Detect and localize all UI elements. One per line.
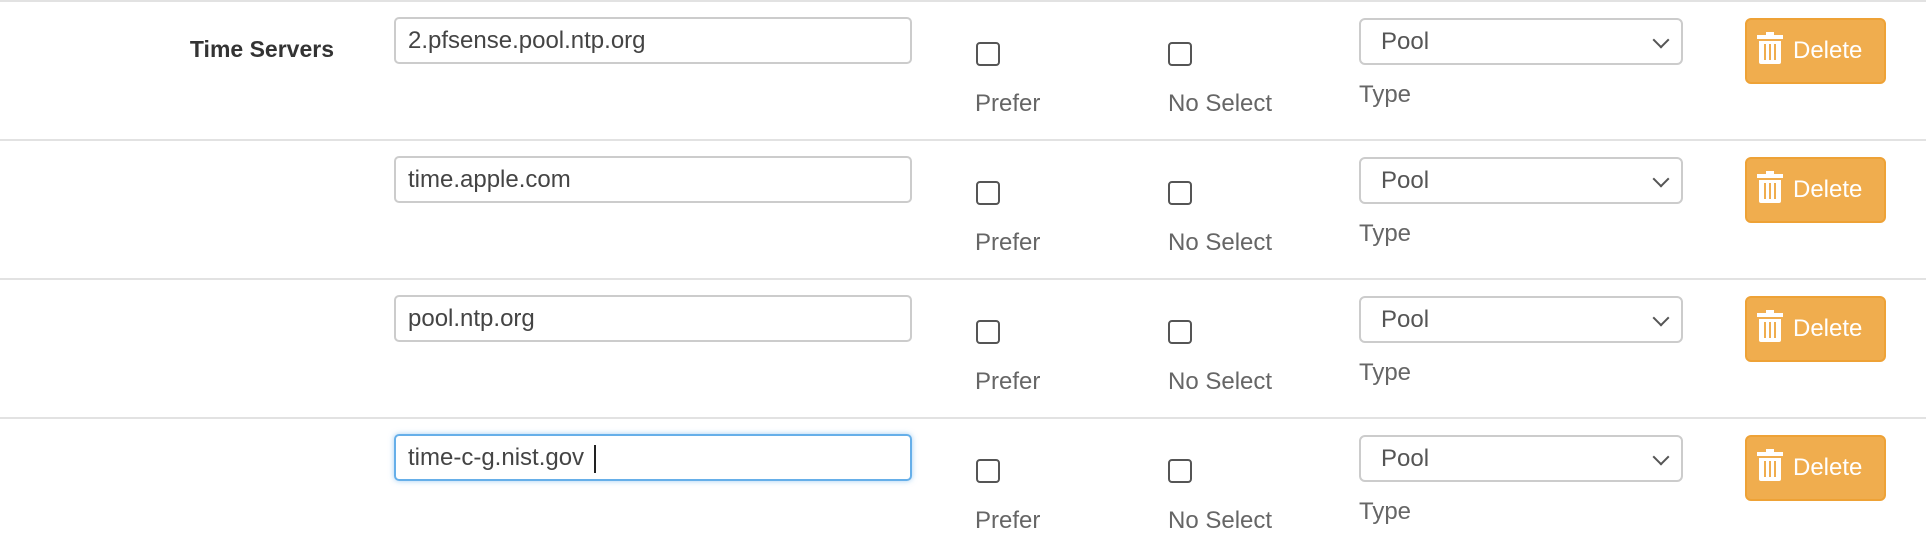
noselect-label: No Select bbox=[1168, 90, 1273, 117]
section-label: Time Servers bbox=[189, 36, 334, 62]
type-select[interactable]: Pool bbox=[1359, 296, 1683, 343]
prefer-checkbox[interactable] bbox=[976, 181, 1000, 205]
time-server-row: time.apple.com Prefer No Select Pool Type Del… bbox=[0, 139, 1926, 278]
server-address-input[interactable]: 2.pfsense.pool.ntp.org bbox=[394, 17, 912, 64]
prefer-label: Prefer bbox=[975, 368, 1041, 395]
prefer-label: Prefer bbox=[975, 90, 1041, 117]
type-label: Type bbox=[1359, 220, 1412, 247]
prefer-checkbox[interactable] bbox=[976, 42, 1000, 66]
noselect-checkbox[interactable] bbox=[1168, 181, 1192, 205]
server-address-input[interactable]: time.apple.com bbox=[394, 156, 912, 203]
time-server-row: pool.ntp.org Prefer No Select Pool Type Delet… bbox=[0, 278, 1926, 417]
delete-button[interactable]: Delete bbox=[1745, 157, 1886, 223]
noselect-checkbox[interactable] bbox=[1168, 320, 1192, 344]
time-server-row: time-c-g.nist.gov Prefer No Select Pool Type… bbox=[0, 417, 1926, 556]
trash-icon bbox=[1757, 31, 1783, 71]
type-select[interactable]: Pool bbox=[1359, 18, 1683, 65]
noselect-checkbox[interactable] bbox=[1168, 459, 1192, 483]
trash-icon bbox=[1757, 309, 1783, 349]
noselect-label: No Select bbox=[1168, 368, 1273, 395]
delete-button[interactable]: Delete bbox=[1745, 435, 1886, 501]
prefer-label: Prefer bbox=[975, 229, 1041, 256]
type-label: Type bbox=[1359, 498, 1412, 525]
time-server-row: Time Servers 2.pfsense.pool.ntp.org Prefer… bbox=[0, 0, 1926, 139]
chevron-down-icon bbox=[1652, 448, 1670, 466]
trash-icon bbox=[1757, 448, 1783, 488]
chevron-down-icon bbox=[1652, 31, 1670, 49]
type-label: Type bbox=[1359, 81, 1412, 108]
type-select[interactable]: Pool bbox=[1359, 157, 1683, 204]
prefer-label: Prefer bbox=[975, 507, 1041, 534]
type-select[interactable]: Pool bbox=[1359, 435, 1683, 482]
noselect-label: No Select bbox=[1168, 507, 1273, 534]
delete-button[interactable]: Delete bbox=[1745, 18, 1886, 84]
chevron-down-icon bbox=[1652, 170, 1670, 188]
noselect-checkbox[interactable] bbox=[1168, 42, 1192, 66]
chevron-down-icon bbox=[1652, 309, 1670, 327]
prefer-checkbox[interactable] bbox=[976, 459, 1000, 483]
trash-icon bbox=[1757, 170, 1783, 210]
delete-button[interactable]: Delete bbox=[1745, 296, 1886, 362]
type-label: Type bbox=[1359, 359, 1412, 386]
noselect-label: No Select bbox=[1168, 229, 1273, 256]
prefer-checkbox[interactable] bbox=[976, 320, 1000, 344]
server-address-input[interactable]: time-c-g.nist.gov bbox=[394, 434, 912, 481]
text-caret bbox=[594, 444, 597, 473]
server-address-input[interactable]: pool.ntp.org bbox=[394, 295, 912, 342]
